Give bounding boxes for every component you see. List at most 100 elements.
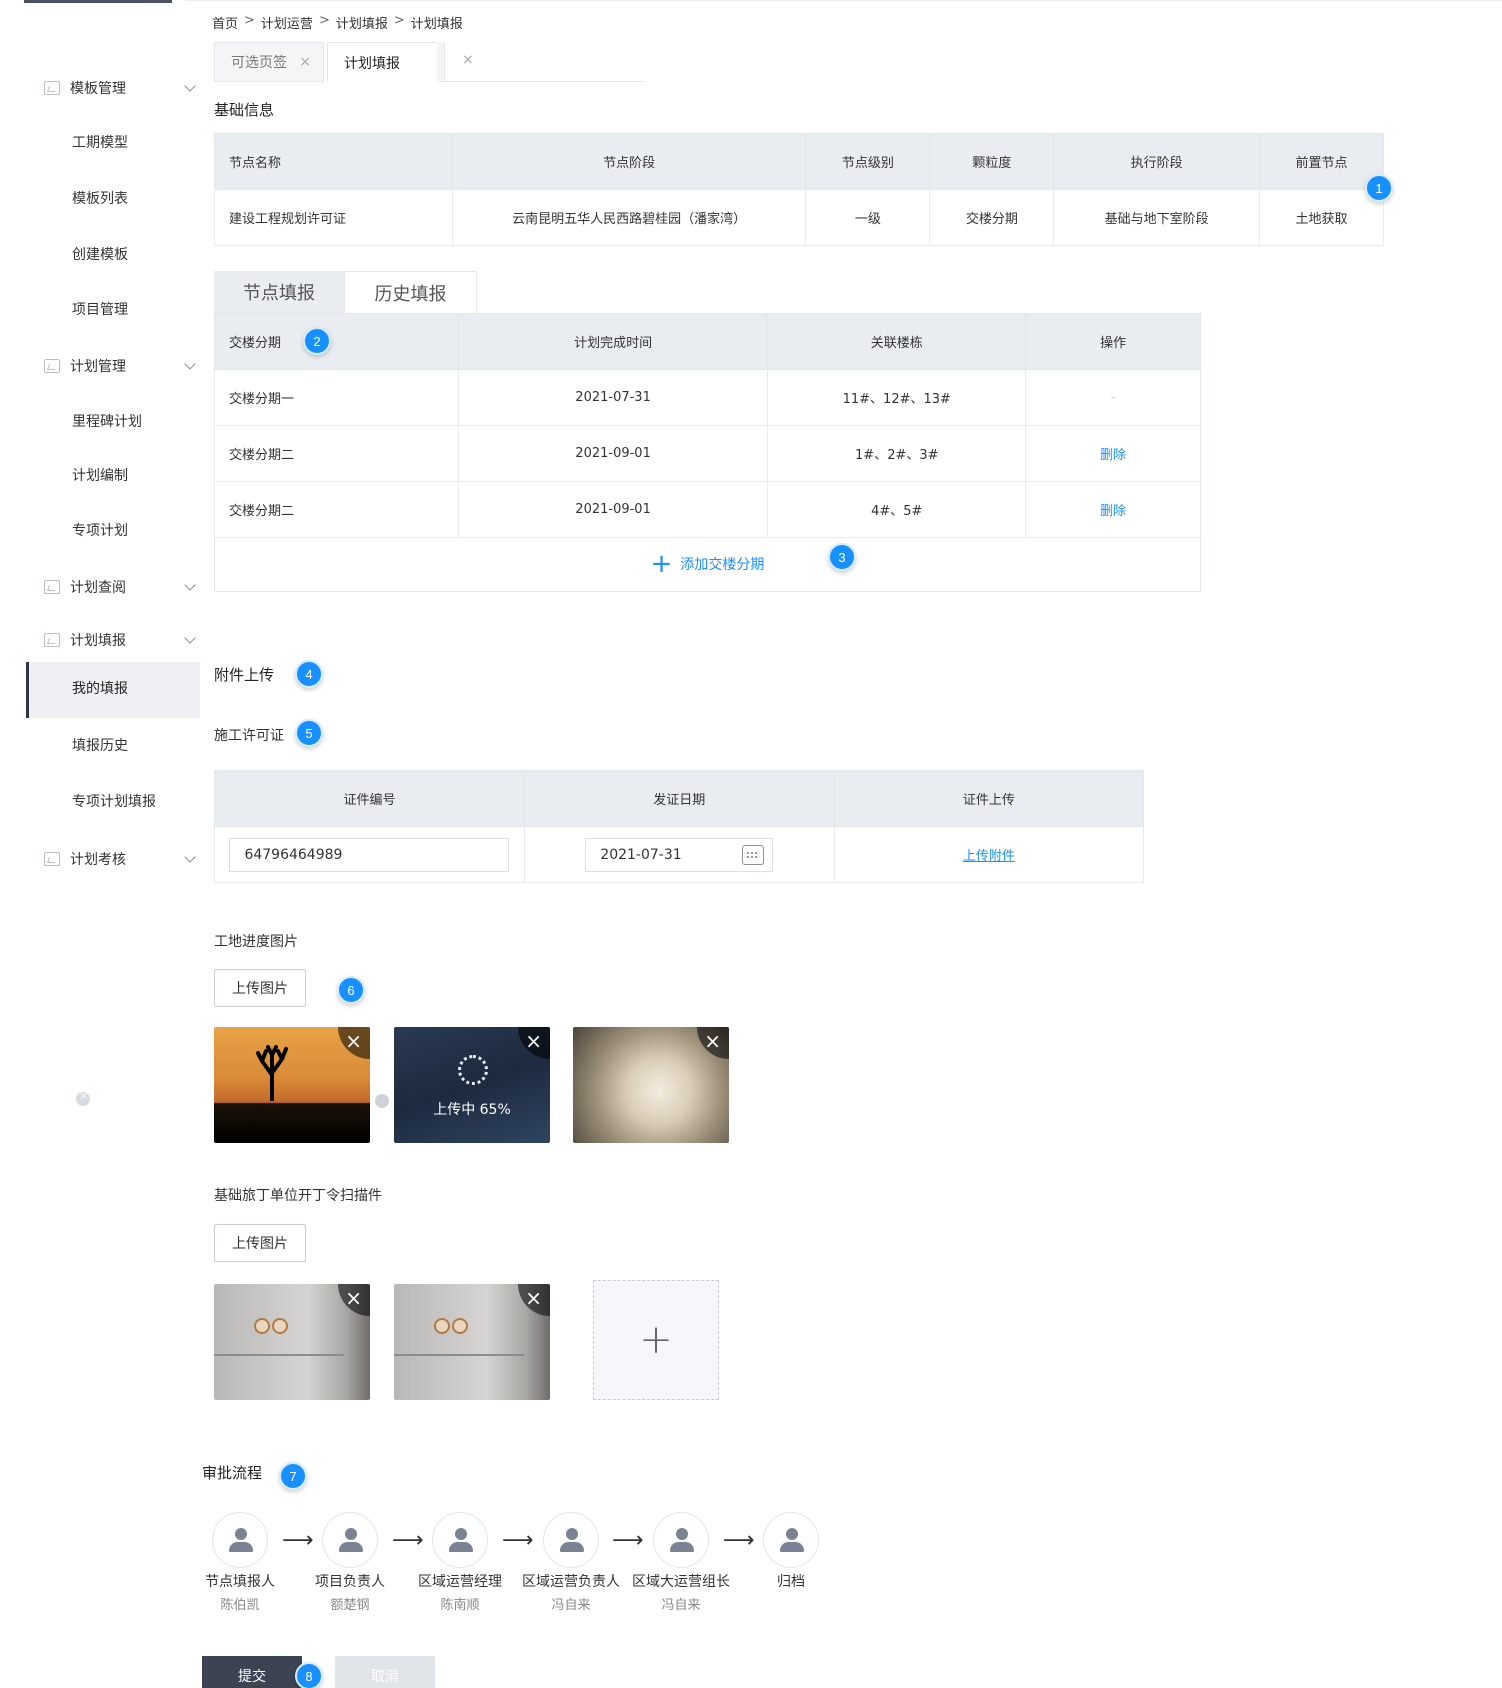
table-cell: 交楼分期二 [214, 481, 459, 538]
breadcrumb-item-plan-ops[interactable]: 计划运营 [261, 13, 313, 32]
tab-node-report[interactable]: 节点填报 [214, 271, 344, 313]
user-icon [676, 1528, 688, 1540]
user-icon-body [560, 1542, 584, 1552]
workflow-step-avatar [763, 1512, 819, 1568]
table-cell: 64796464989 [214, 826, 525, 883]
tab-optional[interactable]: 可选页签 × [214, 42, 324, 82]
uploading-photo-thumbnail[interactable]: 上传中 65% × [394, 1027, 550, 1143]
user-icon-body [449, 1542, 473, 1552]
tab-edge [437, 42, 445, 82]
add-delivery-phase-button[interactable]: + 添加交楼分期 [214, 536, 1201, 592]
image-icon [44, 359, 60, 373]
sidebar-item-create-template[interactable]: 创建模板 [72, 243, 128, 267]
arrow-right-icon: ⟶ [282, 1528, 314, 1553]
progress-photo-thumbnail[interactable]: × [573, 1027, 729, 1143]
column-header: 操作 [1025, 313, 1201, 370]
sidebar-group-template[interactable]: 模板管理 [44, 76, 196, 100]
tab-history-report[interactable]: 历史填报 [344, 271, 477, 313]
chevron-down-icon [184, 358, 196, 370]
workflow-step-role: 节点填报人 [205, 1574, 275, 1590]
table-cell: 2021-07-31 [457, 369, 769, 426]
callout-badge: 6 [337, 976, 365, 1004]
permit-number-input[interactable]: 64796464989 [229, 837, 510, 872]
arrow-right-icon: ⟶ [502, 1528, 534, 1553]
sidebar-collapse-icon[interactable] [76, 1089, 90, 1106]
callout-badge: 4 [295, 660, 323, 688]
image-icon [44, 633, 60, 647]
table-cell: 2021-09-01 [457, 481, 769, 538]
workflow-title: 审批流程 [202, 1464, 263, 1482]
add-delivery-phase-label: 添加交楼分期 [680, 556, 765, 573]
table-cell: 1#、2#、3# [767, 425, 1027, 482]
scan-thumbnail[interactable]: × [214, 1284, 370, 1400]
column-header: 执行阶段 [1053, 133, 1261, 190]
sidebar-group-plan-assessment[interactable]: 计划考核 [44, 847, 196, 871]
table-cell: 土地获取 [1259, 189, 1384, 246]
delete-link[interactable]: 删除 [1025, 481, 1201, 538]
close-icon[interactable]: × [299, 54, 311, 70]
column-header: 颗粒度 [929, 133, 1055, 190]
sidebar-group-plan-report[interactable]: 计划填报 [44, 628, 196, 652]
breadcrumb-item-current: 计划填报 [410, 17, 463, 32]
close-icon[interactable]: × [518, 1027, 550, 1059]
delete-link[interactable]: 删除 [1025, 425, 1201, 482]
sidebar-group-plan-review[interactable]: 计划查阅 [44, 575, 196, 599]
close-icon[interactable]: × [697, 1027, 729, 1059]
chevron-down-icon [184, 632, 196, 644]
workflow-step-person: 陈伯凯 [220, 1598, 260, 1613]
close-icon[interactable]: × [462, 52, 474, 68]
sidebar-item-special-plan[interactable]: 专项计划 [72, 519, 128, 543]
workflow-step-person: 冯自来 [661, 1598, 701, 1613]
sidebar-item-template-list[interactable]: 模板列表 [72, 187, 128, 211]
calendar-icon[interactable] [742, 844, 765, 865]
sidebar-item-project-management[interactable]: 项目管理 [72, 298, 128, 322]
column-header: 证件编号 [214, 770, 525, 827]
table-row: 64796464989 2021-07-31 上传附件 [214, 826, 1145, 883]
permit-date-input[interactable]: 2021-07-31 [585, 837, 774, 872]
table-cell: 建设工程规划许可证 [214, 189, 453, 246]
upload-scan-button[interactable]: 上传图片 [214, 1224, 306, 1262]
scan-thumbnail[interactable]: × [394, 1284, 550, 1400]
table-header-row: 节点名称 节点阶段 节点级别 颗粒度 执行阶段 前置节点 [214, 133, 1384, 190]
close-icon[interactable]: × [338, 1027, 370, 1059]
column-header: 节点名称 [214, 133, 453, 190]
close-icon[interactable]: × [518, 1284, 550, 1316]
callout-badge: 7 [279, 1462, 307, 1490]
sidebar-item-special-plan-report[interactable]: 专项计划填报 [72, 790, 156, 814]
sidebar-item-my-report[interactable]: 我的填报 [72, 678, 128, 698]
chevron-down-icon [184, 80, 196, 92]
breadcrumb-item-plan-report[interactable]: 计划填报 [336, 13, 388, 32]
workflow-step-role: 区域运营负责人 [522, 1574, 620, 1590]
table-row: 交楼分期一 2021-07-31 11#、12#、13# - [214, 369, 1201, 426]
image-icon [44, 81, 60, 95]
breadcrumb-item-home[interactable]: 首页 [212, 13, 238, 32]
basic-info-table: 节点名称 节点阶段 节点级别 颗粒度 执行阶段 前置节点 建设工程规划许可证 云… [214, 133, 1384, 246]
upload-attachment-link[interactable]: 上传附件 [963, 849, 1015, 864]
workflow-step-avatar [212, 1512, 268, 1568]
close-icon[interactable]: × [338, 1284, 370, 1316]
plus-icon: + [639, 1317, 673, 1363]
sidebar-item-plan-compile[interactable]: 计划编制 [72, 464, 128, 488]
sidebar-item-milestone-plan[interactable]: 里程碑计划 [72, 410, 142, 434]
tab-plan-report[interactable]: 计划填报 [327, 42, 439, 82]
cancel-button[interactable]: 取消 [335, 1656, 435, 1688]
progress-photo-thumbnail[interactable]: × [214, 1027, 370, 1143]
table-cell: 一级 [805, 189, 931, 246]
permit-date-value: 2021-07-31 [600, 846, 682, 863]
table-cell: 2021-09-01 [457, 425, 769, 482]
submit-button[interactable]: 提交 [202, 1656, 302, 1688]
sidebar-item-duration-model[interactable]: 工期模型 [72, 131, 128, 155]
upload-image-button[interactable]: 上传图片 [214, 969, 306, 1007]
workflow-step-role: 区域大运营组长 [632, 1574, 730, 1590]
column-header: 节点阶段 [451, 133, 807, 190]
sidebar-item-report-history[interactable]: 填报历史 [72, 734, 128, 758]
add-image-button[interactable]: + [593, 1280, 719, 1400]
sidebar-group-label: 计划考核 [70, 852, 126, 868]
sidebar-group-plan-management[interactable]: 计划管理 [44, 354, 196, 378]
basic-info-title: 基础信息 [214, 101, 275, 119]
column-header: 关联楼栋 [767, 313, 1027, 370]
breadcrumb: 首页 > 计划运营 > 计划填报 > 计划填报 [212, 13, 463, 32]
table-cell: - [1025, 369, 1201, 426]
callout-badge: 5 [295, 719, 323, 747]
column-header: 证件上传 [833, 770, 1145, 827]
